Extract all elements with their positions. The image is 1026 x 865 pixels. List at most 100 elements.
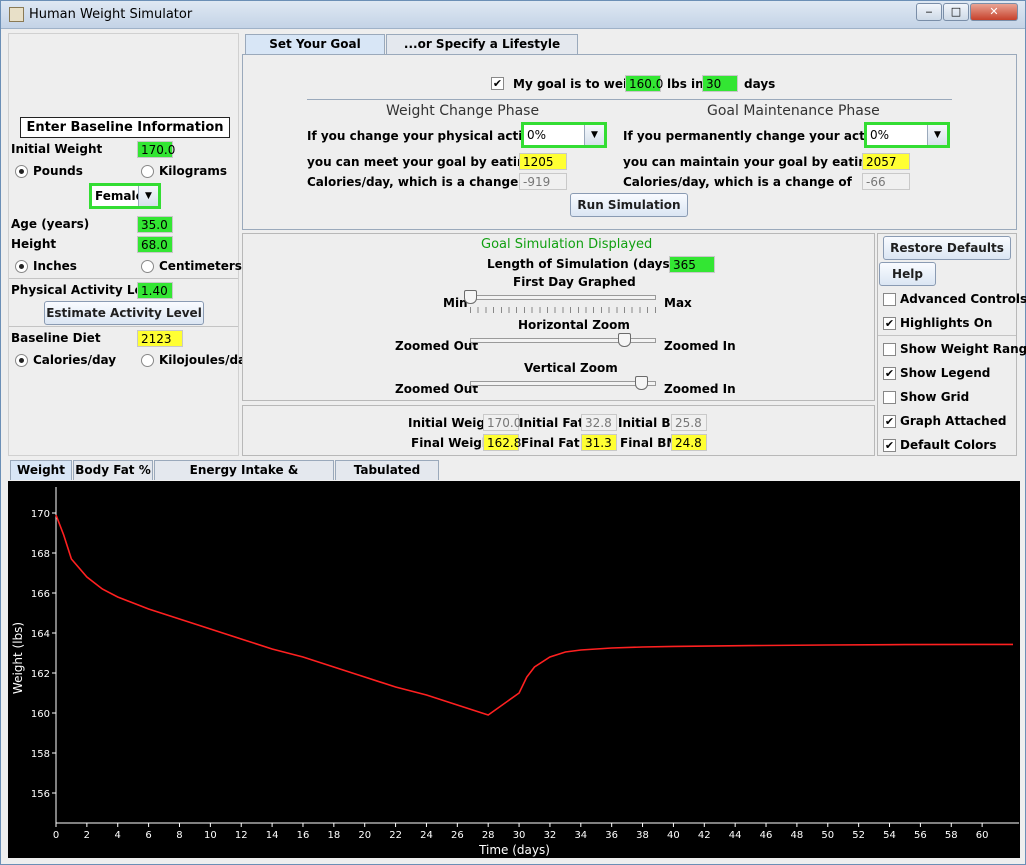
main-window: Human Weight Simulator ‒ □ ✕ Enter Basel… [0,0,1026,865]
calories-label: Calories/day [33,353,117,367]
x-tick-label: 58 [945,830,958,841]
x-tick-label: 10 [204,830,217,841]
x-tick-label: 30 [513,830,526,841]
length-label: Length of Simulation (days) [487,257,676,271]
tab-set-goal-weight[interactable]: Set Your Goal Weight [245,34,385,69]
minimize-button[interactable]: ‒ [916,3,942,21]
x-tick-label: 56 [914,830,927,841]
initial-weight-result: 170.0 [483,414,521,431]
x-tick-label: 6 [145,830,151,841]
x-tick-label: 34 [574,830,587,841]
tab-body-fat[interactable]: Body Fat % [73,460,153,480]
final-bmi-result: 24.8 [671,434,707,451]
advanced-controls-label: Advanced Controls [900,292,1026,306]
goal-checkbox[interactable]: ✔ [491,77,504,90]
inches-label: Inches [33,259,77,273]
help-button[interactable]: Help [879,262,936,286]
goal-weight-input[interactable]: 160.0 [625,75,663,92]
display-controls-panel: Restore Defaults Help Advanced Controls … [877,233,1026,456]
length-input[interactable]: 365 [669,256,715,273]
initial-weight-input[interactable]: 170.0 [137,141,175,158]
hzoom-out-label: Zoomed Out [395,339,479,353]
meet-goal-value: 1205 [519,153,567,170]
vertical-zoom-slider-thumb[interactable] [635,376,649,390]
age-label: Age (years) [11,217,90,231]
divider [307,99,952,100]
final-weight-result: 162.8 [483,434,521,451]
x-tick-label: 40 [667,830,680,841]
x-tick-label: 2 [84,830,90,841]
pounds-radio[interactable] [15,165,28,178]
age-input[interactable]: 35.0 [137,216,173,233]
simulation-panel: Goal Simulation Displayed Length of Simu… [242,233,875,401]
close-button[interactable]: ✕ [970,3,1018,21]
window-title: Human Weight Simulator [29,7,193,22]
kilojoules-radio[interactable] [141,354,154,367]
x-axis-label: Time (days) [478,843,550,857]
y-tick-label: 160 [31,709,50,720]
restore-defaults-button[interactable]: Restore Defaults [883,236,1011,260]
goal-panel: ✔ My goal is to weigh 160.0 lbs in 30 da… [242,54,1017,230]
advanced-controls-checkbox[interactable] [883,293,896,306]
height-input[interactable]: 68.0 [137,236,173,253]
legend-label: Show Legend [900,366,991,380]
x-tick-label: 44 [729,830,742,841]
x-tick-label: 36 [605,830,618,841]
pal-input[interactable]: 1.40 [137,282,173,299]
x-tick-label: 54 [883,830,896,841]
weight-change-phase-title: Weight Change Phase [386,103,540,119]
tab-energy[interactable]: Energy Intake & Expenditure [154,460,334,495]
divider [9,326,238,327]
y-tick-label: 164 [31,629,50,640]
divider [878,335,1016,336]
x-tick-label: 20 [358,830,371,841]
cal-change-value: -919 [519,173,567,190]
grid-checkbox[interactable] [883,391,896,404]
highlights-checkbox[interactable]: ✔ [883,317,896,330]
weight-range-checkbox[interactable] [883,343,896,356]
x-tick-label: 28 [482,830,495,841]
slider-ticks [470,307,656,313]
first-day-slider-thumb[interactable] [464,290,477,304]
vertical-zoom-label: Vertical Zoom [524,361,618,375]
run-simulation-button[interactable]: Run Simulation [570,193,688,217]
x-tick-label: 16 [297,830,310,841]
grid-label: Show Grid [900,390,970,404]
perm-activity-dropdown[interactable]: 0% ▼ [864,122,950,148]
baseline-header: Enter Baseline Information [20,117,230,138]
change-activity-dropdown[interactable]: 0% ▼ [521,122,607,148]
centimeters-radio[interactable] [141,260,154,273]
x-tick-label: 4 [115,830,121,841]
kilograms-radio[interactable] [141,165,154,178]
y-tick-label: 168 [31,549,50,560]
default-colors-label: Default Colors [900,438,997,452]
vertical-zoom-slider[interactable] [470,381,656,386]
chevron-down-icon: ▼ [584,125,604,145]
y-tick-label: 166 [31,589,50,600]
x-tick-label: 48 [791,830,804,841]
graph-attached-checkbox[interactable]: ✔ [883,415,896,428]
sex-dropdown[interactable]: Female ▼ [89,183,161,209]
default-colors-checkbox[interactable]: ✔ [883,439,896,452]
horizontal-zoom-slider-thumb[interactable] [618,333,632,347]
kilograms-label: Kilograms [159,164,228,178]
x-tick-label: 8 [176,830,182,841]
maximize-button[interactable]: □ [943,3,969,21]
estimate-activity-button[interactable]: Estimate Activity Level [44,301,204,325]
diet-input[interactable]: 2123 [137,330,183,347]
graph-attached-label: Graph Attached [900,414,1007,428]
y-tick-label: 156 [31,789,50,800]
tab-tabulated-data[interactable]: Tabulated Data [335,460,439,495]
y-tick-label: 158 [31,749,50,760]
meet-goal-label: you can meet your goal by eating [307,155,535,169]
legend-checkbox[interactable]: ✔ [883,367,896,380]
calories-radio[interactable] [15,354,28,367]
kilojoules-label: Kilojoules/day [159,353,254,367]
tab-lifestyle-change[interactable]: ...or Specify a Lifestyle Change [386,34,578,69]
first-day-slider[interactable] [470,295,656,300]
inches-radio[interactable] [15,260,28,273]
x-tick-label: 24 [420,830,433,841]
x-tick-label: 0 [53,830,59,841]
tab-weight[interactable]: Weight [10,460,72,480]
goal-days-input[interactable]: 30 [702,75,738,92]
